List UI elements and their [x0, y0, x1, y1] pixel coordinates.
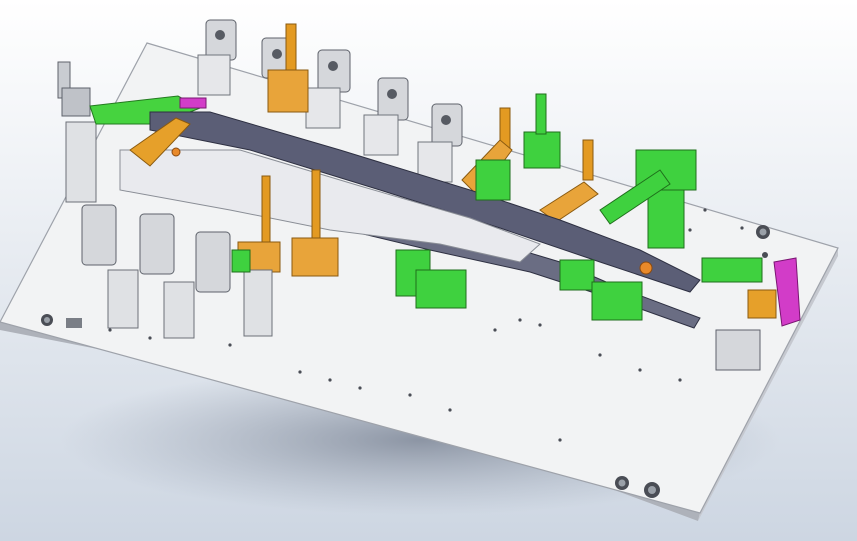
cad-viewport: [0, 0, 857, 541]
green-support-block: [475, 159, 511, 201]
green-support-block: [591, 281, 643, 321]
green-support-block: [415, 269, 467, 309]
green-support-block: [231, 249, 251, 273]
locating-ball: [639, 261, 653, 275]
green-support-block: [523, 131, 561, 169]
magenta-bracket: [179, 97, 207, 109]
green-support-block: [559, 259, 595, 291]
green-support-block: [535, 93, 547, 135]
green-support-block: [701, 257, 763, 283]
toggle-clamp-icon: [715, 329, 761, 371]
green-support-block: [647, 189, 685, 249]
locating-ball: [171, 147, 181, 157]
right-orange-block: [747, 289, 777, 319]
